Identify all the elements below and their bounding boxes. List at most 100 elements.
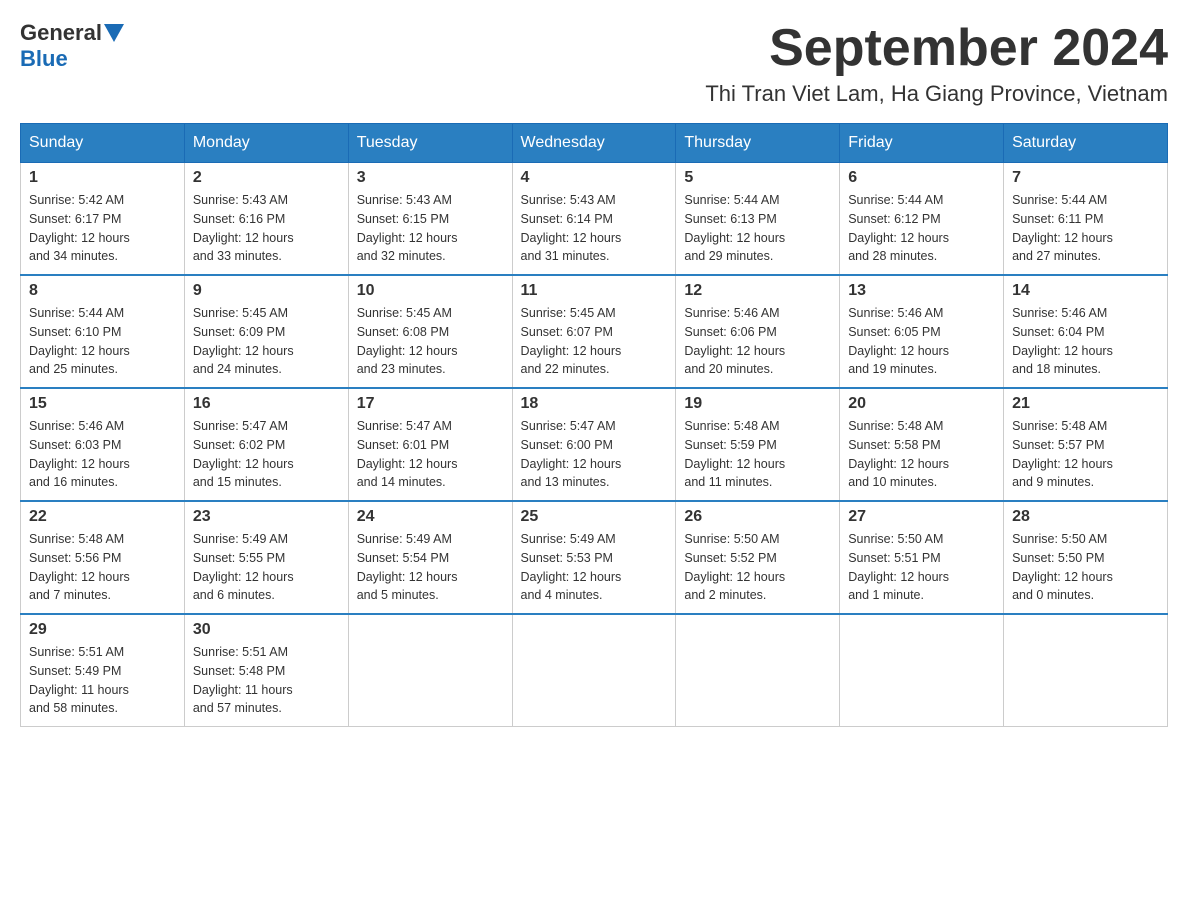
day-info: Sunrise: 5:48 AMSunset: 5:58 PMDaylight:… [848, 417, 995, 492]
day-info: Sunrise: 5:44 AMSunset: 6:12 PMDaylight:… [848, 191, 995, 266]
day-number: 11 [521, 282, 668, 300]
calendar-header-row: SundayMondayTuesdayWednesdayThursdayFrid… [21, 124, 1168, 163]
calendar-day-cell: 18Sunrise: 5:47 AMSunset: 6:00 PMDayligh… [512, 388, 676, 501]
day-number: 1 [29, 169, 176, 187]
calendar-day-cell: 7 Sunrise: 5:44 AMSunset: 6:11 PMDaylight… [1004, 163, 1168, 276]
day-info: Sunrise: 5:47 AMSunset: 6:00 PMDaylight:… [521, 417, 668, 492]
day-info: Sunrise: 5:50 AMSunset: 5:50 PMDaylight:… [1012, 530, 1159, 605]
day-info: Sunrise: 5:46 AMSunset: 6:03 PMDaylight:… [29, 417, 176, 492]
day-of-week-header: Wednesday [512, 124, 676, 163]
calendar-day-cell: 25 Sunrise: 5:49 AMSunset: 5:53 PMDayligh… [512, 501, 676, 614]
page-header: General Blue September 2024 Thi Tran Vie… [20, 20, 1168, 107]
calendar-day-cell [348, 614, 512, 727]
day-info: Sunrise: 5:45 AMSunset: 6:09 PMDaylight:… [193, 304, 340, 379]
calendar-table: SundayMondayTuesdayWednesdayThursdayFrid… [20, 123, 1168, 727]
calendar-day-cell [676, 614, 840, 727]
day-of-week-header: Saturday [1004, 124, 1168, 163]
calendar-week-row: 1 Sunrise: 5:42 AMSunset: 6:17 PMDaylight… [21, 163, 1168, 276]
day-number: 6 [848, 169, 995, 187]
day-info: Sunrise: 5:48 AMSunset: 5:56 PMDaylight:… [29, 530, 176, 605]
day-info: Sunrise: 5:49 AMSunset: 5:55 PMDaylight:… [193, 530, 340, 605]
calendar-day-cell [840, 614, 1004, 727]
day-info: Sunrise: 5:43 AMSunset: 6:16 PMDaylight:… [193, 191, 340, 266]
calendar-day-cell: 30 Sunrise: 5:51 AMSunset: 5:48 PMDayligh… [184, 614, 348, 727]
calendar-day-cell: 15 Sunrise: 5:46 AMSunset: 6:03 PMDayligh… [21, 388, 185, 501]
day-info: Sunrise: 5:44 AMSunset: 6:13 PMDaylight:… [684, 191, 831, 266]
day-number: 7 [1012, 169, 1159, 187]
day-number: 9 [193, 282, 340, 300]
calendar-day-cell: 21Sunrise: 5:48 AMSunset: 5:57 PMDayligh… [1004, 388, 1168, 501]
calendar-day-cell: 12Sunrise: 5:46 AMSunset: 6:06 PMDayligh… [676, 275, 840, 388]
calendar-day-cell: 14 Sunrise: 5:46 AMSunset: 6:04 PMDayligh… [1004, 275, 1168, 388]
day-info: Sunrise: 5:48 AMSunset: 5:57 PMDaylight:… [1012, 417, 1159, 492]
calendar-day-cell: 22 Sunrise: 5:48 AMSunset: 5:56 PMDayligh… [21, 501, 185, 614]
day-number: 13 [848, 282, 995, 300]
calendar-week-row: 22 Sunrise: 5:48 AMSunset: 5:56 PMDayligh… [21, 501, 1168, 614]
calendar-day-cell: 3 Sunrise: 5:43 AMSunset: 6:15 PMDaylight… [348, 163, 512, 276]
day-info: Sunrise: 5:46 AMSunset: 6:05 PMDaylight:… [848, 304, 995, 379]
day-number: 23 [193, 508, 340, 526]
day-number: 3 [357, 169, 504, 187]
calendar-day-cell: 28 Sunrise: 5:50 AMSunset: 5:50 PMDayligh… [1004, 501, 1168, 614]
day-number: 26 [684, 508, 831, 526]
day-info: Sunrise: 5:44 AMSunset: 6:11 PMDaylight:… [1012, 191, 1159, 266]
day-number: 19 [684, 395, 831, 413]
day-of-week-header: Tuesday [348, 124, 512, 163]
day-info: Sunrise: 5:45 AMSunset: 6:07 PMDaylight:… [521, 304, 668, 379]
day-number: 28 [1012, 508, 1159, 526]
calendar-week-row: 29 Sunrise: 5:51 AMSunset: 5:49 PMDayligh… [21, 614, 1168, 727]
calendar-day-cell: 5 Sunrise: 5:44 AMSunset: 6:13 PMDaylight… [676, 163, 840, 276]
calendar-day-cell: 26 Sunrise: 5:50 AMSunset: 5:52 PMDayligh… [676, 501, 840, 614]
calendar-day-cell: 2 Sunrise: 5:43 AMSunset: 6:16 PMDaylight… [184, 163, 348, 276]
day-info: Sunrise: 5:49 AMSunset: 5:54 PMDaylight:… [357, 530, 504, 605]
day-number: 29 [29, 621, 176, 639]
day-info: Sunrise: 5:51 AMSunset: 5:48 PMDaylight:… [193, 643, 340, 718]
day-of-week-header: Monday [184, 124, 348, 163]
calendar-day-cell: 13 Sunrise: 5:46 AMSunset: 6:05 PMDayligh… [840, 275, 1004, 388]
day-number: 16 [193, 395, 340, 413]
day-number: 20 [848, 395, 995, 413]
day-number: 17 [357, 395, 504, 413]
calendar-day-cell: 1 Sunrise: 5:42 AMSunset: 6:17 PMDaylight… [21, 163, 185, 276]
day-number: 15 [29, 395, 176, 413]
day-number: 2 [193, 169, 340, 187]
day-number: 5 [684, 169, 831, 187]
calendar-day-cell: 11 Sunrise: 5:45 AMSunset: 6:07 PMDayligh… [512, 275, 676, 388]
day-info: Sunrise: 5:42 AMSunset: 6:17 PMDaylight:… [29, 191, 176, 266]
calendar-day-cell: 23 Sunrise: 5:49 AMSunset: 5:55 PMDayligh… [184, 501, 348, 614]
day-of-week-header: Friday [840, 124, 1004, 163]
day-number: 27 [848, 508, 995, 526]
calendar-day-cell [1004, 614, 1168, 727]
day-info: Sunrise: 5:46 AMSunset: 6:04 PMDaylight:… [1012, 304, 1159, 379]
day-number: 30 [193, 621, 340, 639]
day-info: Sunrise: 5:43 AMSunset: 6:14 PMDaylight:… [521, 191, 668, 266]
day-number: 22 [29, 508, 176, 526]
day-number: 10 [357, 282, 504, 300]
calendar-day-cell: 17 Sunrise: 5:47 AMSunset: 6:01 PMDayligh… [348, 388, 512, 501]
day-number: 24 [357, 508, 504, 526]
calendar-day-cell: 9 Sunrise: 5:45 AMSunset: 6:09 PMDaylight… [184, 275, 348, 388]
day-info: Sunrise: 5:50 AMSunset: 5:51 PMDaylight:… [848, 530, 995, 605]
calendar-week-row: 8Sunrise: 5:44 AMSunset: 6:10 PMDaylight… [21, 275, 1168, 388]
calendar-day-cell: 4Sunrise: 5:43 AMSunset: 6:14 PMDaylight… [512, 163, 676, 276]
calendar-day-cell: 19 Sunrise: 5:48 AMSunset: 5:59 PMDayligh… [676, 388, 840, 501]
calendar-day-cell: 24 Sunrise: 5:49 AMSunset: 5:54 PMDayligh… [348, 501, 512, 614]
day-info: Sunrise: 5:47 AMSunset: 6:01 PMDaylight:… [357, 417, 504, 492]
day-info: Sunrise: 5:48 AMSunset: 5:59 PMDaylight:… [684, 417, 831, 492]
calendar-day-cell: 20 Sunrise: 5:48 AMSunset: 5:58 PMDayligh… [840, 388, 1004, 501]
logo-arrow-icon [104, 24, 124, 42]
calendar-title: September 2024 [705, 20, 1168, 77]
day-info: Sunrise: 5:49 AMSunset: 5:53 PMDaylight:… [521, 530, 668, 605]
calendar-day-cell: 8Sunrise: 5:44 AMSunset: 6:10 PMDaylight… [21, 275, 185, 388]
calendar-day-cell [512, 614, 676, 727]
title-section: September 2024 Thi Tran Viet Lam, Ha Gia… [705, 20, 1168, 107]
day-info: Sunrise: 5:50 AMSunset: 5:52 PMDaylight:… [684, 530, 831, 605]
day-info: Sunrise: 5:43 AMSunset: 6:15 PMDaylight:… [357, 191, 504, 266]
calendar-day-cell: 29 Sunrise: 5:51 AMSunset: 5:49 PMDayligh… [21, 614, 185, 727]
day-number: 14 [1012, 282, 1159, 300]
calendar-day-cell: 6 Sunrise: 5:44 AMSunset: 6:12 PMDaylight… [840, 163, 1004, 276]
day-info: Sunrise: 5:46 AMSunset: 6:06 PMDaylight:… [684, 304, 831, 379]
day-info: Sunrise: 5:51 AMSunset: 5:49 PMDaylight:… [29, 643, 176, 718]
calendar-day-cell: 16Sunrise: 5:47 AMSunset: 6:02 PMDayligh… [184, 388, 348, 501]
day-number: 25 [521, 508, 668, 526]
